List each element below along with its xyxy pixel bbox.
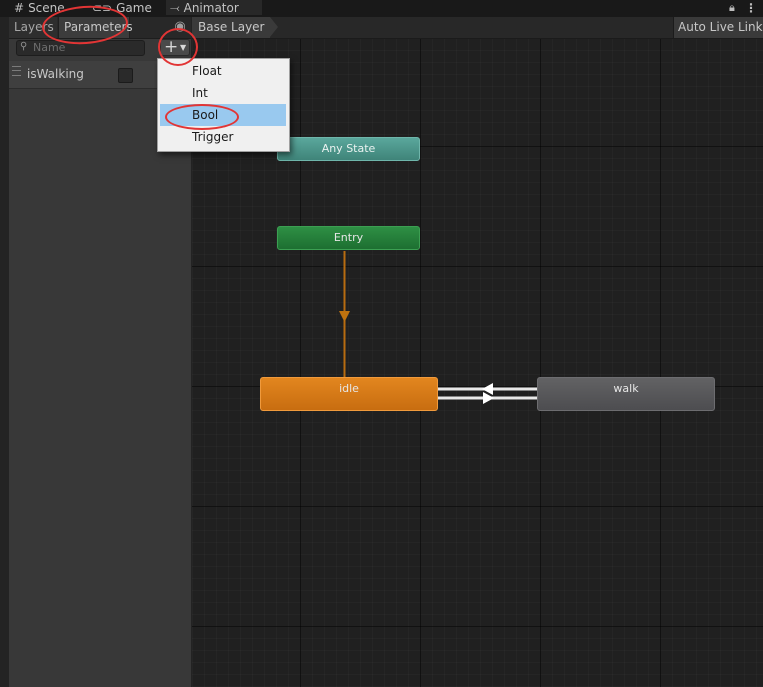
- menu-item-trigger[interactable]: Trigger: [158, 126, 289, 148]
- state-node-walk[interactable]: walk: [537, 377, 715, 411]
- annotation-circle-bool: [165, 104, 239, 130]
- breadcrumb-arrow: [270, 17, 278, 37]
- transition-lines: [339, 251, 537, 404]
- state-node-any-state[interactable]: Any State: [277, 137, 420, 161]
- auto-live-link-button[interactable]: Auto Live Link: [673, 17, 763, 38]
- state-node-entry[interactable]: Entry: [277, 226, 420, 250]
- transition-arrow-entry-idle: [339, 311, 350, 322]
- breadcrumb-base-layer[interactable]: Base Layer: [192, 17, 270, 38]
- menu-item-int[interactable]: Int: [158, 82, 289, 104]
- state-node-idle[interactable]: idle: [260, 377, 438, 411]
- annotation-circle-add-button: [158, 28, 198, 66]
